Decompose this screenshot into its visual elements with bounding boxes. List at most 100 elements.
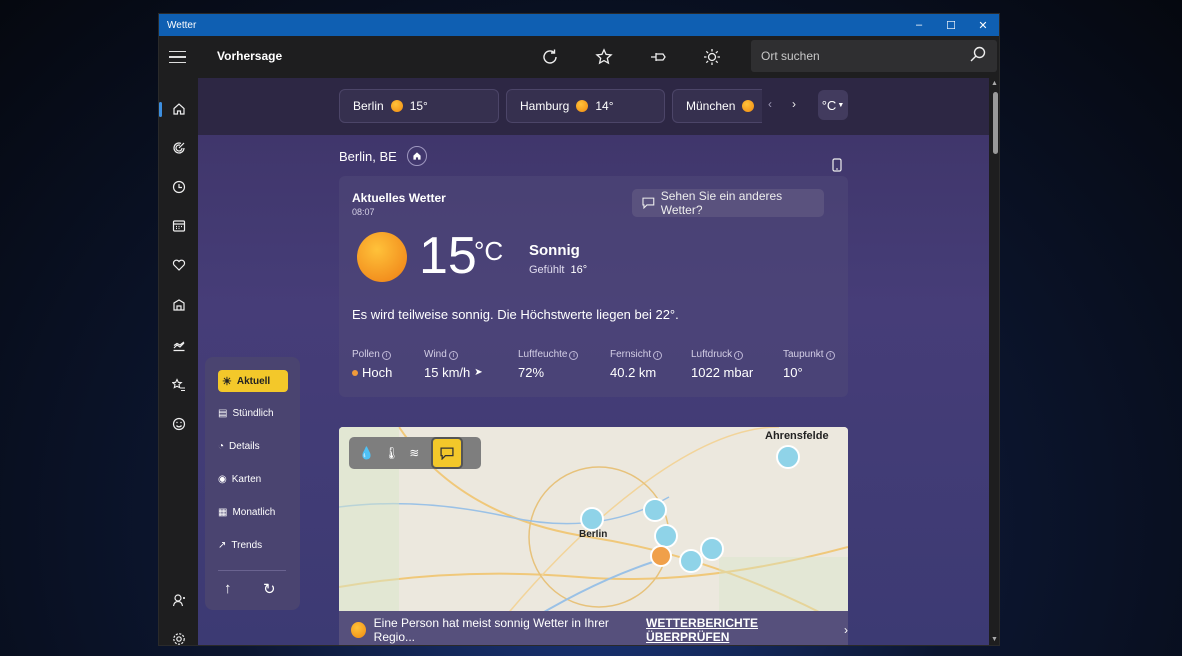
weather-report-marker[interactable] (776, 445, 800, 469)
phone-icon[interactable] (832, 158, 842, 177)
search-box[interactable] (751, 40, 997, 72)
chevron-right-icon: › (844, 623, 848, 637)
scroll-down-icon[interactable]: ▼ (991, 636, 998, 643)
metric-pressure[interactable]: Luftdruck i 1022 mbar (691, 349, 783, 380)
scrollbar[interactable]: ▲ ▼ (989, 78, 999, 645)
sunny-icon (390, 100, 403, 112)
nav-favorites-icon[interactable] (159, 370, 198, 400)
temperature-icon[interactable]: 🌡 (384, 446, 399, 460)
app-bar: Vorhersage (159, 36, 999, 78)
wind-direction-icon: ➤ (474, 367, 483, 378)
chevron-down-icon: ▼ (837, 101, 845, 109)
unit-label: °C (821, 97, 837, 113)
search-input[interactable] (761, 49, 969, 63)
metric-value: 40.2 km (610, 365, 657, 380)
city-card-muenchen[interactable]: München (672, 89, 762, 123)
hourly-icon: ▤ (218, 407, 228, 419)
weather-report-marker[interactable] (643, 498, 667, 522)
brightness-icon[interactable] (701, 46, 723, 68)
nav-calendar-icon[interactable] (159, 211, 198, 241)
card-heading: Aktuelles Wetter (352, 191, 446, 205)
info-icon[interactable]: i (653, 351, 663, 360)
city-name: Berlin (353, 99, 384, 113)
nav-home-icon[interactable] (159, 94, 198, 124)
unit-toggle[interactable]: °C ▼ (818, 90, 848, 120)
section-label: Details (229, 440, 260, 452)
scroll-left-icon[interactable]: ‹ (768, 97, 772, 111)
metric-pollen[interactable]: Pollen i Hoch (352, 349, 424, 380)
hamburger-menu-icon[interactable] (169, 47, 189, 67)
metric-humidity[interactable]: Luftfeuchte i 72% (518, 349, 610, 380)
nav-trends-icon[interactable] (159, 330, 198, 360)
minimize-button[interactable]: – (903, 14, 935, 36)
scroll-right-icon[interactable]: › (792, 97, 796, 111)
section-label: Karten (231, 473, 262, 485)
weather-report-marker[interactable] (580, 507, 604, 531)
info-icon[interactable]: i (825, 351, 835, 360)
info-icon[interactable]: i (734, 351, 744, 360)
section-karten[interactable]: ◉ Karten (218, 468, 288, 490)
precipitation-icon[interactable]: 💧 (359, 446, 374, 460)
city-card-berlin[interactable]: Berlin 15° (339, 89, 499, 123)
nav-health-icon[interactable] (159, 250, 198, 280)
reload-icon[interactable]: ↻ (263, 580, 276, 598)
close-button[interactable]: ✕ (967, 14, 999, 36)
feedback-button[interactable]: Sehen Sie ein anderes Wetter? (632, 189, 824, 217)
home-location-button[interactable] (406, 146, 427, 166)
city-card-hamburg[interactable]: Hamburg 14° (506, 89, 665, 123)
section-nav: ☀ Aktuell ▤ Stündlich ◔ Details ◉ Karten ▦ Mo… (205, 357, 300, 610)
section-details[interactable]: ◔ Details (218, 435, 288, 457)
maximize-button[interactable]: ☐ (935, 14, 967, 36)
sunny-icon (576, 100, 589, 112)
metric-value: Hoch (362, 365, 393, 380)
nav-emoji-icon[interactable] (159, 409, 198, 439)
weather-report-marker[interactable] (650, 545, 672, 567)
chat-icon (642, 197, 655, 209)
city-name: Hamburg (520, 99, 570, 113)
community-report-banner[interactable]: Eine Person hat meist sonnig Wetter in I… (339, 611, 848, 645)
wind-icon[interactable]: ≋ (409, 446, 419, 460)
nav-history-icon[interactable] (159, 172, 198, 202)
pin-icon[interactable] (647, 46, 669, 68)
search-icon[interactable] (969, 45, 987, 68)
title-bar: Wetter – ☐ ✕ (159, 14, 999, 36)
refresh-icon[interactable] (539, 46, 561, 68)
weather-report-marker[interactable] (679, 549, 703, 573)
feels-value: 16° (570, 264, 588, 276)
section-label: Stündlich (232, 407, 274, 419)
weather-report-marker[interactable] (700, 537, 724, 561)
metric-label: Taupunkt (783, 349, 824, 360)
scroll-top-icon[interactable]: ↑ (224, 580, 232, 597)
check-reports-link[interactable]: WETTERBERICHTE ÜBERPRÜFEN (646, 616, 828, 644)
metric-dewpoint[interactable]: Taupunkt i 10° (783, 349, 843, 380)
map-pin-icon: ◉ (218, 473, 227, 485)
nav-settings-icon[interactable] (159, 624, 198, 645)
star-icon[interactable] (593, 46, 615, 68)
scroll-up-icon[interactable]: ▲ (991, 80, 998, 87)
nav-buildings-icon[interactable] (159, 290, 198, 320)
section-stuendlich[interactable]: ▤ Stündlich (218, 402, 288, 424)
reports-toggle[interactable] (431, 437, 464, 469)
map-label: Ahrensfelde (765, 430, 829, 442)
metric-wind[interactable]: Wind i 15 km/h ➤ (424, 349, 518, 380)
feels-like: Gefühlt 16° (529, 264, 587, 276)
current-temp: 15 (419, 227, 477, 285)
nav-account-icon[interactable] (159, 585, 198, 615)
temp-unit: °C (474, 236, 504, 266)
section-trends[interactable]: ↗ Trends (218, 534, 288, 556)
info-icon[interactable]: i (569, 351, 579, 360)
info-icon[interactable]: i (381, 351, 391, 360)
observation-time: 08:07 (352, 207, 375, 217)
metrics-row: Pollen i Hoch Wind i 15 km/h ➤ Luftfeuchte i… (352, 349, 843, 380)
nav-radar-icon[interactable] (159, 133, 198, 163)
section-aktuell[interactable]: ☀ Aktuell (218, 370, 288, 392)
metric-label: Wind (424, 349, 447, 360)
metric-visibility[interactable]: Fernsicht i 40.2 km (610, 349, 691, 380)
section-monatlich[interactable]: ▦ Monatlich (218, 501, 288, 523)
sun-icon: ☀ (222, 375, 232, 388)
details-icon: ◔ (218, 440, 225, 452)
trend-icon: ↗ (218, 539, 227, 551)
left-nav (159, 78, 198, 645)
info-icon[interactable]: i (448, 351, 458, 360)
scrollbar-thumb[interactable] (993, 92, 998, 154)
